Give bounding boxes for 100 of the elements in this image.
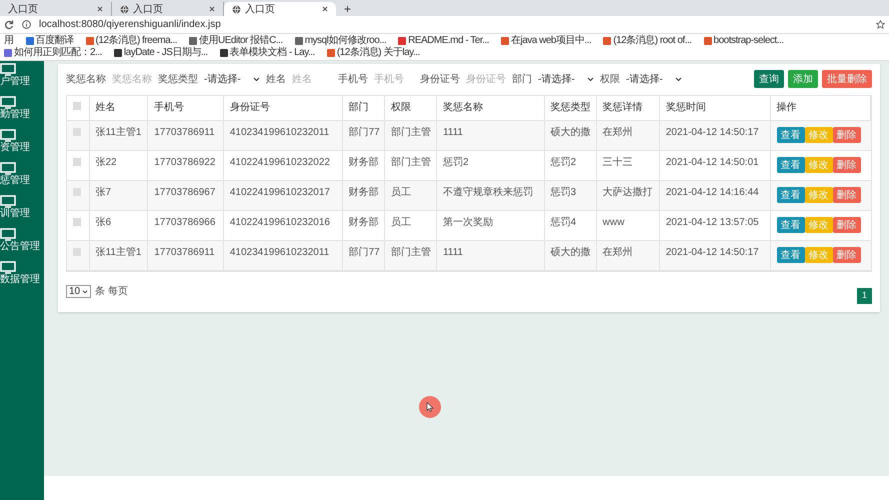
filter-label: 身份证号 bbox=[420, 72, 460, 86]
column-header: 奖惩名称 bbox=[442, 102, 483, 114]
page-button[interactable]: 1 bbox=[857, 288, 872, 304]
table-cell: 惩罚3 bbox=[550, 186, 576, 198]
table-cell: 部门主管 bbox=[390, 126, 431, 138]
column-header: 姓名 bbox=[96, 102, 116, 114]
select-field[interactable]: -请选择- bbox=[536, 70, 596, 88]
filter-label: 奖惩类型 bbox=[158, 72, 198, 86]
table-cell: 17703786966 bbox=[154, 216, 216, 228]
browser-tab[interactable]: 入口页 bbox=[224, 2, 336, 16]
monitor-icon bbox=[0, 129, 16, 142]
input-field[interactable]: 姓名 bbox=[290, 70, 334, 88]
bookmark-link[interactable]: 如何用正则匹配：2... bbox=[14, 47, 102, 59]
sidebar-item[interactable]: 资管理 bbox=[0, 142, 30, 154]
chevron-icon bbox=[587, 76, 594, 82]
view-button[interactable]: 查看 bbox=[776, 217, 805, 233]
bookmark-link[interactable]: mysql如何修改roo... bbox=[304, 35, 386, 47]
sidebar-item[interactable]: 户管理 bbox=[0, 76, 30, 88]
bookmark-link[interactable]: (12条消息) freema... bbox=[96, 35, 178, 47]
table-cell: 部门主管 bbox=[390, 246, 431, 258]
monitor-icon bbox=[0, 63, 16, 76]
sidebar-item[interactable]: 惩管理 bbox=[0, 175, 30, 187]
filter-label: 手机号 bbox=[338, 72, 368, 86]
filter-label: 部门 bbox=[512, 72, 532, 86]
table-cell: 在郑州 bbox=[602, 126, 633, 138]
sidebar-item[interactable]: 训管理 bbox=[0, 208, 30, 220]
bookmark-icon bbox=[398, 37, 406, 45]
checkbox[interactable] bbox=[73, 218, 81, 226]
column-header: 部门 bbox=[348, 102, 369, 114]
info-icon bbox=[22, 20, 31, 29]
star-icon[interactable] bbox=[876, 20, 885, 29]
checkbox[interactable] bbox=[73, 102, 81, 110]
table-cell: 2021-04-12 13:57:05 bbox=[666, 216, 759, 228]
table-cell: 张11主管1 bbox=[96, 126, 142, 138]
table-cell: 410224199610232022 bbox=[230, 156, 330, 168]
input-field[interactable]: 身份证号 bbox=[464, 70, 508, 88]
table-cell: 2021-04-12 14:16:44 bbox=[666, 186, 759, 198]
filter-label: 权限 bbox=[600, 72, 620, 86]
table-cell: 17703786922 bbox=[154, 156, 216, 168]
table-cell: 大萨达撒打 bbox=[602, 186, 653, 198]
table-cell: 财务部 bbox=[348, 156, 379, 168]
table-cell: 惩罚2 bbox=[442, 156, 469, 168]
select-field[interactable]: -请选择- bbox=[202, 70, 262, 88]
table-cell: 410234199610232011 bbox=[230, 246, 330, 258]
bookmark-link[interactable]: README.md - Ter... bbox=[408, 35, 489, 47]
view-button[interactable]: 查看 bbox=[776, 247, 805, 263]
checkbox[interactable] bbox=[73, 188, 81, 196]
input-field[interactable]: 奖惩名称 bbox=[110, 70, 154, 88]
table-cell: 1111 bbox=[442, 246, 463, 258]
checkbox[interactable] bbox=[73, 158, 81, 166]
table-cell: 张6 bbox=[96, 216, 112, 228]
cursor-icon bbox=[419, 396, 441, 418]
table-cell: 张11主管1 bbox=[96, 246, 142, 258]
view-button[interactable]: 查看 bbox=[776, 187, 805, 203]
bookmark-icon bbox=[220, 49, 228, 57]
column-header: 手机号 bbox=[154, 102, 184, 114]
page-size-select[interactable]: 10 bbox=[66, 285, 92, 298]
bookmark-link[interactable]: (12条消息) 关于lay... bbox=[336, 47, 420, 59]
address-field[interactable]: localhost:8080/qiyerenshiguanli/index.jsp bbox=[39, 17, 868, 32]
table-cell: 三十三 bbox=[602, 156, 633, 168]
column-header: 奖惩详情 bbox=[602, 102, 643, 114]
close-icon[interactable] bbox=[97, 6, 103, 12]
bookmark-link[interactable]: 使用UEditor 报错C... bbox=[199, 35, 283, 47]
bookmark-icon bbox=[189, 37, 198, 45]
view-button[interactable]: 查看 bbox=[776, 157, 805, 173]
bookmark-icon bbox=[86, 37, 94, 45]
bookmark-link[interactable]: layDate - JS日期与... bbox=[124, 47, 208, 59]
table-cell: 17703786967 bbox=[154, 186, 216, 198]
bookmark-icon bbox=[4, 49, 12, 57]
reload-icon[interactable] bbox=[4, 20, 14, 30]
bookmark-link[interactable]: 在java web项目中... bbox=[510, 35, 592, 47]
query-button[interactable]: 查询 bbox=[754, 70, 784, 88]
checkbox[interactable] bbox=[73, 248, 81, 256]
sidebar-item[interactable]: 勤管理 bbox=[0, 109, 30, 121]
bookmark-link[interactable]: 用 bbox=[4, 35, 14, 47]
bookmark-link[interactable]: 表单模块文档 - Lay... bbox=[230, 47, 315, 59]
checkbox[interactable] bbox=[73, 128, 81, 136]
table-cell: 硕大的撒 bbox=[550, 126, 591, 138]
sidebar-item[interactable]: 数据管理 bbox=[0, 274, 40, 286]
close-icon[interactable] bbox=[209, 6, 215, 12]
bookmark-icon bbox=[704, 37, 712, 45]
bookmark-link[interactable]: 百度翻译 bbox=[36, 35, 74, 47]
monitor-icon bbox=[0, 96, 16, 109]
column-header: 奖惩时间 bbox=[666, 102, 706, 114]
table-cell: 2021-04-12 14:50:17 bbox=[666, 246, 759, 258]
table-cell: 1111 bbox=[442, 126, 463, 138]
bookmark-link[interactable]: (12条消息) root of... bbox=[613, 35, 692, 47]
table-cell: 财务部 bbox=[348, 216, 379, 228]
view-button[interactable]: 查看 bbox=[776, 127, 805, 143]
new-tab-button[interactable]: + bbox=[336, 2, 360, 16]
close-icon[interactable] bbox=[322, 6, 328, 12]
input-field[interactable]: 手机号 bbox=[372, 70, 416, 88]
sidebar-item[interactable]: 公告管理 bbox=[0, 241, 40, 253]
bookmark-icon bbox=[294, 37, 303, 45]
table-cell: 410224199610232017 bbox=[230, 186, 330, 198]
bookmark-icon bbox=[500, 37, 509, 45]
select-field[interactable]: -请选择- bbox=[624, 70, 684, 88]
bookmark-link[interactable]: bootstrap-select... bbox=[714, 35, 784, 47]
column-header: 身份证号 bbox=[230, 102, 270, 114]
bookmark-icon bbox=[114, 49, 122, 57]
